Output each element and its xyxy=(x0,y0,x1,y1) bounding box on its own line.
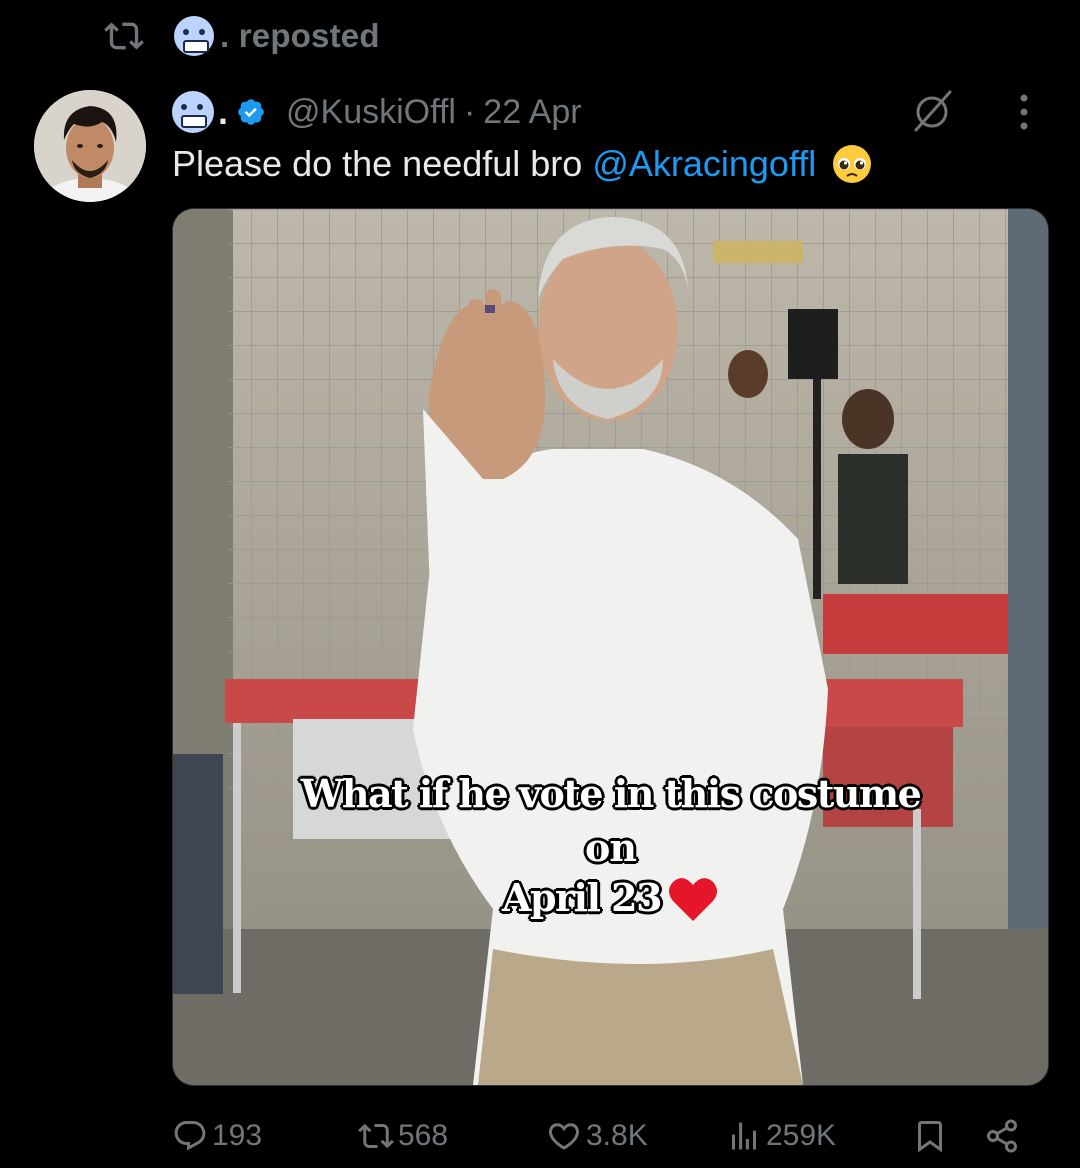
like-count: 3.8K xyxy=(586,1119,648,1152)
reply-icon xyxy=(174,1121,206,1151)
repost-label: . reposted xyxy=(220,17,380,54)
grok-icon[interactable] xyxy=(910,88,956,134)
repost-icon xyxy=(104,22,144,50)
avatar[interactable] xyxy=(34,90,146,202)
repost-indicator[interactable]: . reposted xyxy=(104,14,380,58)
more-icon[interactable] xyxy=(1012,92,1036,132)
reply-button[interactable]: 193 xyxy=(172,1108,262,1164)
separator: · xyxy=(463,92,476,131)
author-handle[interactable]: @KuskiOffl xyxy=(286,93,456,132)
photo-illustration xyxy=(173,209,1048,1085)
tweet-body: Please do the needful bro xyxy=(172,143,583,184)
tweet-image[interactable]: What if he vote in this costume on April… xyxy=(172,208,1049,1086)
views-button[interactable]: 259K xyxy=(726,1108,836,1164)
share-button[interactable] xyxy=(984,1108,1024,1164)
views-icon xyxy=(732,1122,756,1150)
reply-count: 193 xyxy=(212,1119,263,1152)
bookmark-button[interactable] xyxy=(912,1108,952,1164)
caption-line-1: What if he vote in this costume xyxy=(300,771,922,816)
heart-icon xyxy=(548,1123,580,1150)
cold-face-emoji[interactable] xyxy=(172,91,214,133)
views-count: 259K xyxy=(766,1119,837,1152)
pleading-face-emoji xyxy=(833,145,872,183)
tweet-header: . @KuskiOffl · 22 Apr xyxy=(172,88,1052,136)
tweet-actions: 193 568 3.8K 259K xyxy=(172,1108,1052,1164)
verified-badge-icon[interactable] xyxy=(236,97,266,127)
repost-count: 568 xyxy=(398,1119,449,1152)
red-heart-emoji xyxy=(669,878,718,921)
caption-line-3: April 23 xyxy=(501,874,663,920)
cold-face-emoji xyxy=(174,16,214,56)
repost-button[interactable]: 568 xyxy=(358,1108,448,1164)
mention-link[interactable]: @Akracingoffl xyxy=(592,143,816,185)
like-button[interactable]: 3.8K xyxy=(546,1108,648,1164)
display-name-suffix[interactable]: . xyxy=(218,94,228,130)
tweet-date[interactable]: 22 Apr xyxy=(483,93,581,132)
repost-icon xyxy=(358,1123,394,1149)
caption-line-3-row: April 23 xyxy=(173,871,1048,923)
caption-line-2: on xyxy=(585,825,637,870)
tweet-text: Please do the needful bro @Akracingoffl xyxy=(172,142,874,186)
share-icon xyxy=(987,1119,1017,1153)
bookmark-icon xyxy=(918,1121,942,1153)
